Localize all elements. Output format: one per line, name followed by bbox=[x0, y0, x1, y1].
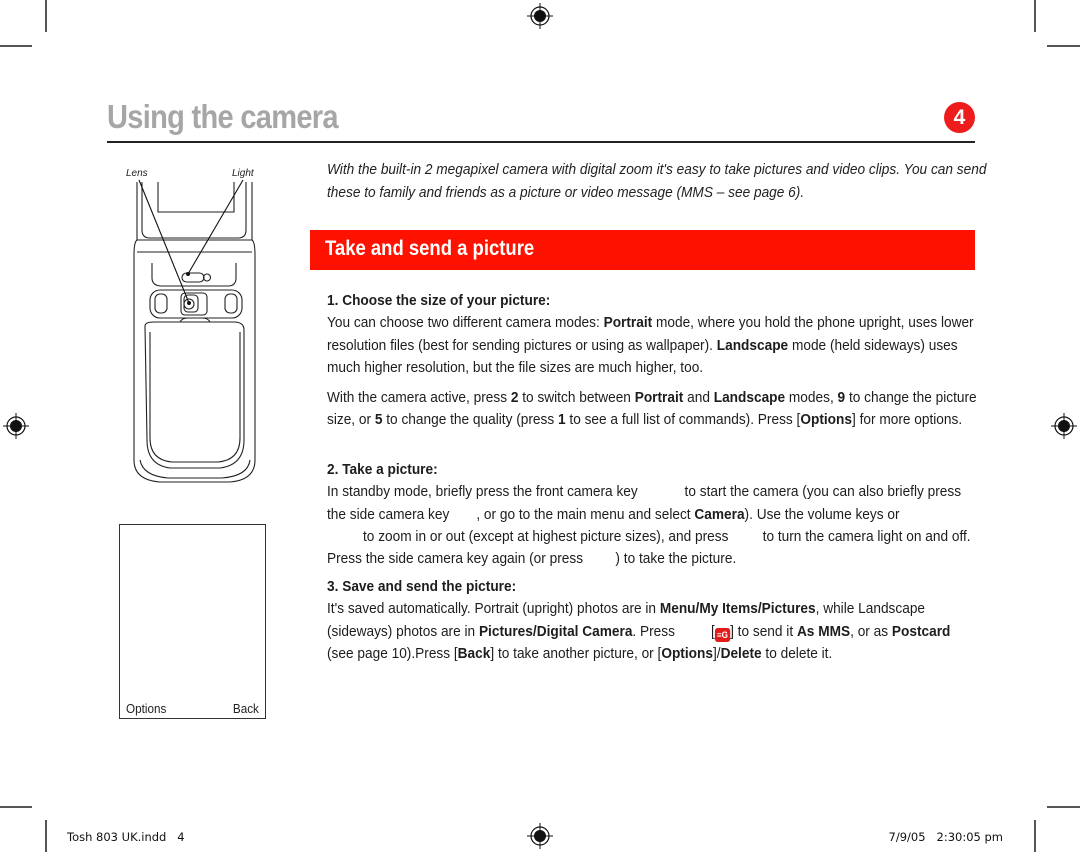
footer-timestamp: 7/9/05 2:30:05 pm bbox=[888, 830, 1003, 844]
text: to change the quality (press bbox=[382, 411, 558, 429]
chapter-badge: 4 bbox=[944, 102, 975, 133]
text: ] to send it bbox=[730, 622, 797, 640]
text: In standby mode, briefly press the front… bbox=[327, 483, 638, 501]
softkey-options: Options bbox=[126, 701, 167, 716]
footer-filename: Tosh 803 UK.indd 4 bbox=[67, 830, 185, 844]
bold-text: Delete bbox=[720, 644, 762, 662]
step-1: 1. Choose the size of your picture: You … bbox=[327, 290, 980, 432]
phone-illustration: Lens Light bbox=[110, 160, 280, 490]
text: ). Use the volume keys or bbox=[744, 505, 900, 523]
bold-text: 9 bbox=[837, 389, 846, 407]
step-heading: 2. Take a picture: bbox=[327, 461, 438, 478]
bold-text: 2 bbox=[510, 389, 519, 407]
registration-mark-icon bbox=[527, 823, 553, 849]
text: With the camera active, press bbox=[327, 389, 511, 407]
bold-text: As MMS bbox=[796, 622, 851, 640]
text: to switch between bbox=[518, 389, 635, 407]
text: to see a full list of commands). Press [ bbox=[565, 411, 801, 429]
step-3: 3. Save and send the picture: It's saved… bbox=[327, 576, 980, 665]
step-paragraph: You can choose two different camera mode… bbox=[327, 312, 980, 379]
bold-text: Options bbox=[661, 644, 713, 662]
crop-mark bbox=[1034, 820, 1036, 852]
step-paragraph: With the camera active, press 2 to switc… bbox=[327, 387, 980, 432]
crop-mark bbox=[1034, 0, 1036, 32]
crop-mark bbox=[1047, 45, 1080, 47]
bold-text: Postcard bbox=[891, 622, 951, 640]
bold-text: Landscape bbox=[716, 336, 789, 354]
bold-text: Back bbox=[457, 644, 491, 662]
text: ] to take another picture, or [ bbox=[490, 644, 662, 662]
crop-mark bbox=[45, 0, 47, 32]
registration-mark-icon bbox=[3, 413, 29, 439]
text: , or as bbox=[850, 622, 892, 640]
step-heading: 1. Choose the size of your picture: bbox=[327, 292, 551, 309]
softkey-back: Back bbox=[232, 701, 259, 716]
text: (see page 10).Press [ bbox=[327, 644, 458, 662]
crop-mark bbox=[0, 45, 32, 47]
text: to zoom in or out (except at highest pic… bbox=[363, 527, 729, 545]
step-2: 2. Take a picture: In standby mode, brie… bbox=[327, 459, 980, 570]
text: . Press bbox=[632, 622, 675, 640]
phone-drawing bbox=[133, 179, 256, 483]
step-heading: 3. Save and send the picture: bbox=[327, 578, 517, 595]
crop-mark bbox=[45, 820, 47, 852]
text: ) to take the picture. bbox=[615, 550, 737, 568]
text: modes, bbox=[785, 389, 838, 407]
step-paragraph: It's saved automatically. Portrait (upri… bbox=[327, 598, 980, 665]
step-paragraph: In standby mode, briefly press the front… bbox=[327, 481, 980, 570]
bold-text: Camera bbox=[694, 505, 745, 523]
section-title: Take and send a picture bbox=[325, 237, 535, 260]
text: to delete it. bbox=[761, 644, 833, 662]
title-rule bbox=[107, 141, 975, 143]
bold-text: Digital Camera bbox=[536, 622, 633, 640]
bold-text: 1 bbox=[557, 411, 566, 429]
intro-paragraph: With the built-in 2 megapixel camera wit… bbox=[327, 161, 987, 201]
bold-text: Portrait bbox=[603, 314, 653, 332]
send-key-icon: ≡G bbox=[714, 627, 731, 642]
bold-text: My Items bbox=[699, 600, 758, 618]
text: ] for more options. bbox=[851, 411, 963, 429]
section-header-bar: Take and send a picture bbox=[310, 230, 975, 270]
text: , or go to the main menu and select bbox=[476, 505, 695, 523]
registration-mark-icon bbox=[1051, 413, 1077, 439]
bold-text: Pictures bbox=[761, 600, 816, 618]
bold-text: Pictures bbox=[478, 622, 533, 640]
page-title: Using the camera bbox=[107, 98, 339, 135]
bold-text: Landscape bbox=[713, 389, 786, 407]
phone-screen-illustration: Options Back bbox=[119, 524, 266, 719]
crop-mark bbox=[0, 806, 32, 808]
bold-text: Portrait bbox=[634, 389, 684, 407]
text: and bbox=[683, 389, 714, 407]
text: You can choose two different camera mode… bbox=[327, 314, 604, 332]
text: It's saved automatically. Portrait (upri… bbox=[327, 600, 660, 618]
bold-text: Menu bbox=[659, 600, 696, 618]
registration-mark-icon bbox=[527, 3, 553, 29]
crop-mark bbox=[1047, 806, 1080, 808]
bold-text: Options bbox=[800, 411, 852, 429]
bold-text: 5 bbox=[374, 411, 383, 429]
